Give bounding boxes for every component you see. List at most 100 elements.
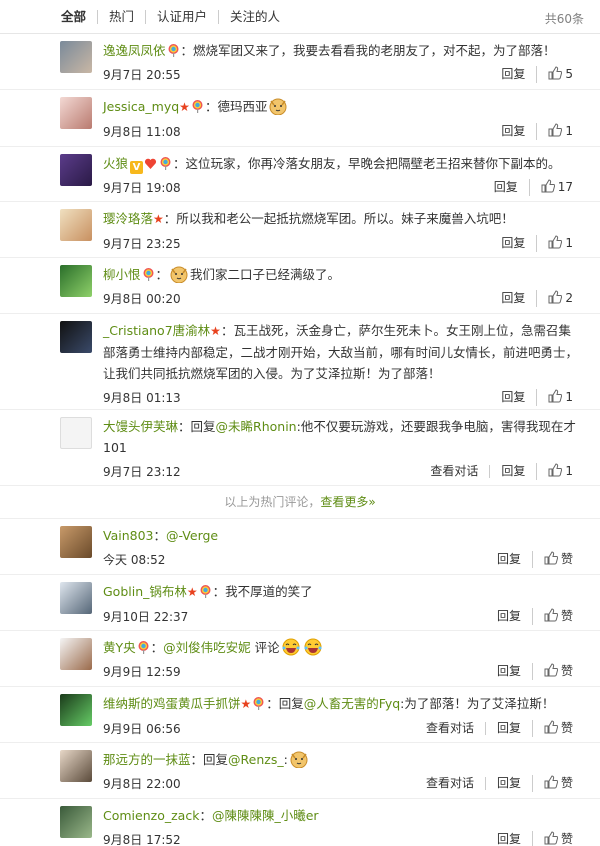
rainbow-badge-icon bbox=[137, 639, 150, 654]
avatar[interactable] bbox=[60, 265, 92, 297]
comment-text-cont: : bbox=[283, 752, 288, 767]
view-conversation-link[interactable]: 查看对话 bbox=[419, 464, 489, 478]
comment-text: ：回复 bbox=[266, 696, 304, 711]
comment-time: 9月9日 06:56 bbox=[103, 721, 181, 736]
comment-item: 柳小恨 ： 我们家二口子已经满级了。 9月8日 00:20 回复 2 bbox=[0, 258, 600, 314]
reply-button[interactable]: 回复 bbox=[486, 832, 532, 846]
username-link[interactable]: 柳小恨 bbox=[103, 267, 141, 282]
comment-text-cont: :为了部落！为了艾泽拉斯！ bbox=[400, 696, 555, 711]
username-link[interactable]: Goblin_锅布林 bbox=[103, 584, 187, 599]
comment-item: 璎泠珞落★：所以我和老公一起抵抗燃烧军团。所以。妹子来魔兽入坑吧！ 9月7日 2… bbox=[0, 202, 600, 258]
reply-button[interactable]: 回复 bbox=[486, 609, 532, 623]
comment-item: _Cristiano7唐渝林★：瓦王战死，沃金身亡，萨尔生死未卜。女王刚上位，急… bbox=[0, 314, 600, 410]
tab-all[interactable]: 全部 bbox=[61, 9, 97, 24]
reply-button[interactable]: 回复 bbox=[484, 776, 532, 790]
avatar[interactable] bbox=[60, 638, 92, 670]
doge-emoji-icon bbox=[169, 265, 189, 284]
thumbs-up-icon bbox=[548, 65, 563, 83]
reply-button[interactable]: 回复 bbox=[490, 124, 536, 138]
tab-verified[interactable]: 认证用户 bbox=[145, 9, 218, 24]
avatar[interactable] bbox=[60, 582, 92, 614]
username-link[interactable]: Comienzo_zack bbox=[103, 808, 199, 823]
username-link[interactable]: Jessica_myq bbox=[103, 99, 179, 114]
reply-button[interactable]: 回复 bbox=[486, 552, 532, 566]
comment-item: Comienzo_zack：@陳陳陳陳_小曦er 9月8日 17:52 回复 赞 bbox=[0, 799, 600, 846]
avatar[interactable] bbox=[60, 209, 92, 241]
thumbs-up-icon bbox=[548, 234, 563, 252]
comment-item: 逸逸凤凤依 ：燃烧军团又来了，我要去看看我的老朋友了，对不起，为了部落！ 9月7日… bbox=[0, 34, 600, 90]
rainbow-badge-icon bbox=[252, 695, 265, 710]
comment-time: 9月9日 12:59 bbox=[103, 664, 181, 679]
tab-following[interactable]: 关注的人 bbox=[218, 9, 291, 24]
mention-link[interactable]: @-Verge bbox=[166, 528, 218, 543]
reply-button[interactable]: 回复 bbox=[486, 664, 532, 678]
comment-time: 9月8日 11:08 bbox=[103, 124, 181, 139]
avatar[interactable] bbox=[60, 97, 92, 129]
like-button[interactable]: 2 bbox=[536, 289, 584, 307]
username-link[interactable]: 黄Y央 bbox=[103, 640, 136, 655]
reply-button[interactable]: 回复 bbox=[489, 464, 536, 478]
comment-text: ：所以我和老公一起抵抗燃烧军团。所以。妹子来魔兽入坑吧！ bbox=[163, 211, 514, 226]
reply-button[interactable]: 回复 bbox=[490, 390, 536, 404]
like-button[interactable]: 1 bbox=[536, 388, 584, 406]
reply-button[interactable]: 回复 bbox=[483, 180, 529, 194]
avatar[interactable] bbox=[60, 41, 92, 73]
comment-text: ：德玛西亚 bbox=[204, 99, 268, 114]
username-link[interactable]: _Cristiano7唐渝林 bbox=[103, 323, 210, 338]
view-conversation-link[interactable]: 查看对话 bbox=[415, 776, 485, 790]
like-button[interactable]: 赞 bbox=[531, 719, 584, 737]
username-link[interactable]: 逸逸凤凤依 bbox=[103, 43, 166, 58]
mention-link[interactable]: @未睎Rhonin bbox=[216, 419, 297, 434]
avatar[interactable] bbox=[60, 806, 92, 838]
reply-button[interactable]: 回复 bbox=[484, 721, 532, 735]
avatar[interactable] bbox=[60, 154, 92, 186]
reply-button[interactable]: 回复 bbox=[490, 67, 536, 81]
view-more-link[interactable]: 查看更多» bbox=[320, 495, 375, 509]
like-button[interactable]: 1 bbox=[536, 122, 584, 140]
username-link[interactable]: 维纳斯的鸡蛋黄瓜手抓饼 bbox=[103, 696, 241, 711]
rainbow-badge-icon bbox=[167, 42, 180, 57]
like-label: 赞 bbox=[560, 831, 573, 846]
like-button[interactable]: 赞 bbox=[531, 774, 584, 792]
like-button[interactable]: 5 bbox=[536, 65, 584, 83]
username-link[interactable]: 大馒头伊芙琳 bbox=[103, 419, 178, 434]
like-button[interactable]: 赞 bbox=[531, 607, 584, 625]
like-button[interactable]: 赞 bbox=[531, 550, 584, 568]
comment-text-cont: 评论 bbox=[250, 640, 280, 655]
mention-link[interactable]: @Renzs_ bbox=[228, 752, 284, 767]
like-button[interactable]: 1 bbox=[536, 234, 584, 252]
mention-link[interactable]: @人畜无害的Fyq bbox=[304, 696, 400, 711]
username-link[interactable]: 那远方的一抹蓝 bbox=[103, 752, 191, 767]
like-count: 1 bbox=[565, 123, 573, 138]
like-button[interactable]: 赞 bbox=[531, 830, 584, 846]
like-button[interactable]: 17 bbox=[528, 178, 584, 196]
like-button[interactable]: 1 bbox=[536, 462, 584, 480]
mention-link[interactable]: @刘俊伟吃安妮 bbox=[163, 640, 251, 655]
comment-time: 9月8日 17:52 bbox=[103, 832, 181, 846]
avatar[interactable] bbox=[60, 321, 92, 353]
doge-emoji-icon bbox=[289, 750, 309, 769]
mention-link[interactable]: @陳陳陳陳_小曦er bbox=[212, 808, 319, 823]
reply-button[interactable]: 回复 bbox=[490, 291, 536, 305]
like-count: 1 bbox=[565, 235, 573, 250]
username-link[interactable]: 火狼 bbox=[103, 156, 128, 171]
tab-hot[interactable]: 热门 bbox=[97, 9, 145, 24]
avatar[interactable] bbox=[60, 526, 92, 558]
comment-text: ：回复 bbox=[178, 419, 216, 434]
username-link[interactable]: 璎泠珞落 bbox=[103, 211, 153, 226]
comment-item: 火狼 V ：这位玩家，你再冷落女朋友，早晚会把隔壁老王招来替你下副本的。 9月7日 … bbox=[0, 147, 600, 202]
thumbs-up-icon bbox=[548, 289, 563, 307]
comment-time: 9月8日 22:00 bbox=[103, 776, 181, 791]
username-link[interactable]: Vain803 bbox=[103, 528, 154, 543]
avatar[interactable] bbox=[60, 417, 92, 449]
hot-comments-footer: 以上为热门评论，查看更多» bbox=[0, 486, 600, 519]
reply-button[interactable]: 回复 bbox=[490, 236, 536, 250]
avatar[interactable] bbox=[60, 694, 92, 726]
like-label: 赞 bbox=[560, 608, 573, 623]
comment-text: ：燃烧军团又来了，我要去看看我的老朋友了，对不起，为了部落！ bbox=[180, 43, 556, 58]
comment-text: ： bbox=[199, 808, 212, 823]
avatar[interactable] bbox=[60, 750, 92, 782]
view-conversation-link[interactable]: 查看对话 bbox=[415, 721, 485, 735]
like-button[interactable]: 赞 bbox=[531, 662, 584, 680]
thumbs-up-icon bbox=[544, 830, 559, 846]
